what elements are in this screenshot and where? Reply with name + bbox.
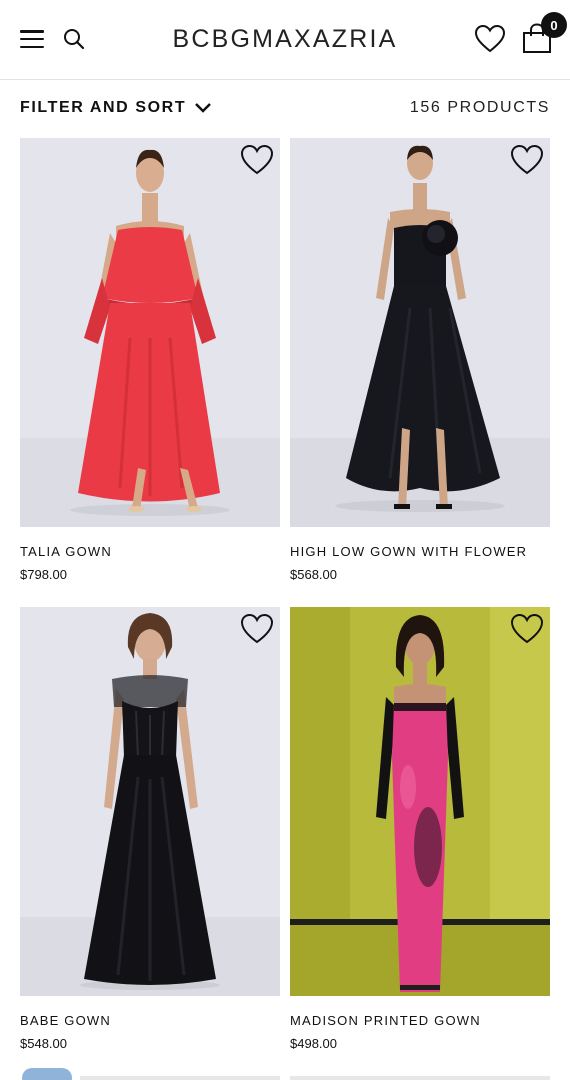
product-card[interactable]: TALIA GOWN $798.00 xyxy=(20,138,280,582)
next-product-image-edge xyxy=(290,1076,550,1080)
chat-launcher-button[interactable] xyxy=(22,1068,72,1080)
product-card[interactable]: MADISON PRINTED GOWN $498.00 xyxy=(290,607,550,1051)
product-name[interactable]: MADISON PRINTED GOWN xyxy=(290,1013,481,1028)
product-price: $798.00 xyxy=(20,567,67,582)
product-price: $568.00 xyxy=(290,567,337,582)
product-name[interactable]: TALIA GOWN xyxy=(20,544,112,559)
product-name[interactable]: BABE GOWN xyxy=(20,1013,111,1028)
brand-logo[interactable]: BCBGMAXAZRIA xyxy=(150,24,420,54)
chevron-down-icon xyxy=(195,103,212,113)
next-product-image-edge xyxy=(80,1076,280,1080)
heart-icon[interactable] xyxy=(240,613,274,645)
search-icon[interactable] xyxy=(62,27,86,51)
product-card[interactable]: BABE GOWN $548.00 xyxy=(20,607,280,1051)
product-image[interactable] xyxy=(290,607,550,996)
heart-icon[interactable] xyxy=(510,613,544,645)
product-image[interactable] xyxy=(290,138,550,527)
product-card[interactable]: HIGH LOW GOWN WITH FLOWER $568.00 xyxy=(290,138,550,582)
product-price: $548.00 xyxy=(20,1036,67,1051)
product-count: 156 PRODUCTS xyxy=(409,99,550,116)
heart-icon[interactable] xyxy=(510,144,544,176)
filter-and-sort-button[interactable]: FILTER AND SORT xyxy=(20,96,212,120)
menu-icon[interactable] xyxy=(20,30,44,48)
product-image[interactable] xyxy=(20,138,280,527)
site-header: BCBGMAXAZRIA 0 xyxy=(0,0,570,80)
heart-icon[interactable] xyxy=(474,24,506,54)
product-price: $498.00 xyxy=(290,1036,337,1051)
product-name[interactable]: HIGH LOW GOWN WITH FLOWER xyxy=(290,544,527,559)
filter-label: FILTER AND SORT xyxy=(20,99,187,116)
product-image[interactable] xyxy=(20,607,280,996)
heart-icon[interactable] xyxy=(240,144,274,176)
cart-count-badge: 0 xyxy=(541,12,567,38)
